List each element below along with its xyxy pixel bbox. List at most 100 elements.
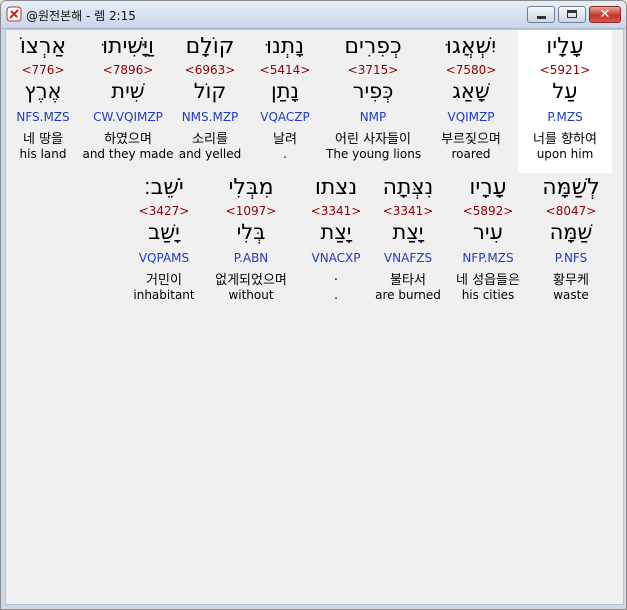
strong-number[interactable]: <1097> xyxy=(202,204,300,218)
hebrew-word: עָלָיו xyxy=(546,34,584,59)
strong-number[interactable]: <8047> xyxy=(524,204,618,218)
strong-number[interactable]: <3341> xyxy=(366,204,450,218)
word-cell[interactable]: יֹשֵׁב׃ <3427> יָשַׁב VQPAMS 거민이 inhabit… xyxy=(124,171,204,314)
hebrew-word: אַרְצוֹ xyxy=(19,34,67,59)
maximize-button[interactable] xyxy=(558,6,586,23)
english-gloss: his land xyxy=(19,147,67,161)
word-cell[interactable]: נִצְּתָה <3341> יָצַת VNAFZS 불타서 are bur… xyxy=(366,171,450,314)
word-cell[interactable]: עָלָיו <5921> עַל P.MZS 너를 향하여 upon him xyxy=(518,30,612,173)
english-gloss: . xyxy=(283,147,287,161)
word-cell[interactable]: לְשַׁמָּה <8047> שַׁמָּה P.NFS 황무케 waste xyxy=(524,171,618,314)
word-cell[interactable]: נָתְנוּ <5414> נָתַן VQACZP 날려 . xyxy=(242,30,328,173)
korean-gloss: 어린 사자들이 xyxy=(335,132,411,147)
morph-code[interactable]: VNAFZS xyxy=(366,251,450,265)
english-gloss: and they made xyxy=(82,147,174,161)
strong-number[interactable]: <776> xyxy=(6,63,80,77)
english-gloss: and yelled xyxy=(178,147,242,161)
hebrew-word: נִצְּתָה xyxy=(382,175,434,200)
morph-code[interactable]: VQACZP xyxy=(242,110,328,124)
hebrew-root: יָצַת xyxy=(392,220,424,244)
morph-code[interactable]: VQPAMS xyxy=(124,251,204,265)
strong-number[interactable]: <7896> xyxy=(80,63,176,77)
word-cell[interactable]: קוֹלָם <6963> קוֹל NMS.MZP 소리를 and yelle… xyxy=(168,30,252,173)
korean-gloss: 하였으며 xyxy=(104,132,152,147)
interlinear-panel: עָלָיו <5921> עַל P.MZS 너를 향하여 upon him … xyxy=(5,29,624,605)
app-logo-icon xyxy=(6,6,22,22)
strong-number[interactable]: <7580> xyxy=(424,63,518,77)
hebrew-root: נָתַן xyxy=(271,79,299,103)
hebrew-root: שָׁאַג xyxy=(452,79,490,103)
word-cell[interactable]: עָרָיו <5892> עִיר NFP.MZS 네 성읍들은 his ci… xyxy=(444,171,532,314)
english-gloss: inhabitant xyxy=(133,288,195,302)
hebrew-root: בְּלִי xyxy=(236,220,266,244)
app-window: @원전본해 - 렘 2:15 ✕ עָלָיו <5921> עַל P.MZS… xyxy=(0,0,627,610)
korean-gloss: . xyxy=(333,269,339,284)
morph-code[interactable]: NMS.MZP xyxy=(168,110,252,124)
morph-code[interactable]: CW.VQIMZP xyxy=(80,110,176,124)
strong-number[interactable]: <5892> xyxy=(444,204,532,218)
hebrew-word: עָרָיו xyxy=(469,175,507,200)
minimize-button[interactable] xyxy=(527,6,555,23)
window-title: @원전본해 - 렘 2:15 xyxy=(26,9,136,23)
strong-number[interactable]: <5414> xyxy=(242,63,328,77)
morph-code[interactable]: P.MZS xyxy=(518,110,612,124)
maximize-icon xyxy=(567,10,577,18)
korean-gloss: 없게되었으며 xyxy=(215,273,287,288)
hebrew-word: יֹשֵׁב׃ xyxy=(144,175,184,200)
hebrew-root: קוֹל xyxy=(193,79,227,103)
korean-gloss: 날려 xyxy=(273,132,297,147)
hebrew-root: עַל xyxy=(552,79,578,103)
english-gloss: roared xyxy=(451,147,491,161)
close-icon: ✕ xyxy=(599,7,611,22)
morph-code[interactable]: NFP.MZS xyxy=(444,251,532,265)
hebrew-word: יִשְׁאֲגוּ xyxy=(445,34,497,59)
strong-number[interactable]: <5921> xyxy=(518,63,612,77)
minimize-icon xyxy=(537,16,546,19)
word-cell[interactable]: מִבְּלִי <1097> בְּלִי P.ABN 없게되었으며 with… xyxy=(202,171,300,314)
korean-gloss: 네 성읍들은 xyxy=(456,273,520,288)
hebrew-word: קוֹלָם xyxy=(185,34,235,59)
korean-gloss: 황무케 xyxy=(553,273,589,288)
morph-code[interactable]: NFS.MZS xyxy=(6,110,80,124)
word-cell[interactable]: יִשְׁאֲגוּ <7580> שָׁאַג VQIMZP 부르짖으며 ro… xyxy=(424,30,518,173)
hebrew-word: מִבְּלִי xyxy=(228,175,274,200)
morph-code[interactable]: P.NFS xyxy=(524,251,618,265)
strong-number[interactable]: <3427> xyxy=(124,204,204,218)
english-gloss: waste xyxy=(553,288,589,302)
morph-code[interactable]: P.ABN xyxy=(202,251,300,265)
english-gloss: without xyxy=(228,288,274,302)
english-gloss: his cities xyxy=(461,288,515,302)
word-cell[interactable]: נצתו <3341> יָצַת VNACXP . . xyxy=(296,171,376,314)
hebrew-root: שַׁמָּה xyxy=(549,220,593,244)
morph-code[interactable]: VNACXP xyxy=(296,251,376,265)
hebrew-word: לְשַׁמָּה xyxy=(542,175,600,200)
english-gloss: . xyxy=(334,288,338,302)
english-gloss: are burned xyxy=(375,288,441,302)
title-bar[interactable]: @원전본해 - 렘 2:15 ✕ xyxy=(1,1,626,29)
hebrew-word: וַיָּשִׁיתוּ xyxy=(102,34,154,59)
hebrew-word: נצתו xyxy=(314,175,358,200)
morph-code[interactable]: NMP xyxy=(326,110,420,124)
word-cell[interactable]: אַרְצוֹ <776> אֶרֶץ NFS.MZS 네 땅을 his lan… xyxy=(6,30,80,173)
korean-gloss: 부르짖으며 xyxy=(441,132,501,147)
hebrew-root: כְּפִיר xyxy=(352,79,394,103)
strong-number[interactable]: <3341> xyxy=(296,204,376,218)
hebrew-root: יָשַׁב xyxy=(148,220,180,244)
hebrew-root: עִיר xyxy=(473,220,503,244)
word-cell[interactable]: וַיָּשִׁיתוּ <7896> שִׁית CW.VQIMZP 하였으며… xyxy=(80,30,176,173)
morph-code[interactable]: VQIMZP xyxy=(424,110,518,124)
hebrew-word: כְפִרִים xyxy=(344,34,402,59)
hebrew-root: שִׁית xyxy=(111,79,145,103)
hebrew-root: יָצַת xyxy=(320,220,352,244)
korean-gloss: 거민이 xyxy=(146,273,182,288)
hebrew-word: נָתְנוּ xyxy=(265,34,305,59)
korean-gloss: 네 땅을 xyxy=(22,132,63,147)
strong-number[interactable]: <6963> xyxy=(168,63,252,77)
word-cell[interactable]: כְפִרִים <3715> כְּפִיר NMP 어린 사자들이 The … xyxy=(326,30,421,173)
close-button[interactable]: ✕ xyxy=(589,6,621,23)
korean-gloss: 불타서 xyxy=(390,273,426,288)
strong-number[interactable]: <3715> xyxy=(326,63,420,77)
korean-gloss: 너를 향하여 xyxy=(533,132,597,147)
korean-gloss: 소리를 xyxy=(192,132,228,147)
english-gloss: upon him xyxy=(536,147,594,161)
